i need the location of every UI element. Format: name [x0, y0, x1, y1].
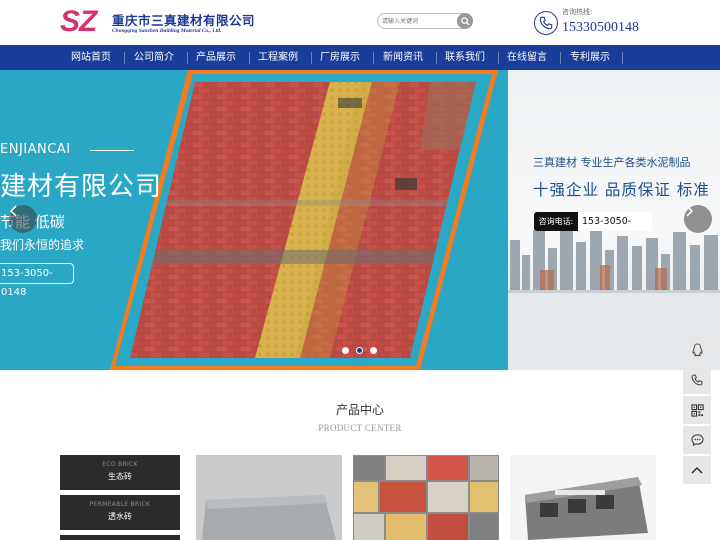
nav-item-contact[interactable]: 联系我们: [436, 45, 494, 70]
category-eco-brick[interactable]: ECO BRICK 生态砖: [60, 455, 180, 490]
logo-mark: SZ: [60, 5, 97, 38]
chat-icon: [690, 434, 704, 446]
search-icon: [460, 16, 470, 26]
banner-title: 建材有限公司: [0, 172, 163, 202]
product-image-3[interactable]: [510, 455, 656, 540]
nav-item-cases[interactable]: 工程案例: [249, 45, 307, 70]
products-section-subtitle: PRODUCT CENTER: [318, 423, 402, 433]
product-photo: [510, 455, 656, 540]
nav-item-home[interactable]: 网站首页: [62, 45, 120, 70]
phone-icon: [534, 11, 558, 35]
qq-button[interactable]: [683, 336, 711, 364]
product-photo: [196, 455, 342, 540]
nav-item-message[interactable]: 在线留言: [498, 45, 556, 70]
category-permeable-brick[interactable]: PERMEABLE BRICK 透水砖: [60, 495, 180, 530]
chevron-up-icon: [691, 466, 703, 474]
banner-dot-2[interactable]: [356, 347, 363, 354]
nav-item-about[interactable]: 公司简介: [125, 45, 183, 70]
hotline-number: 15330500148: [562, 20, 639, 35]
category-label-en: PERMEABLE BRICK: [89, 501, 151, 508]
chevron-right-icon: [686, 205, 694, 217]
banner-right-phone-label: 咨询电话:: [534, 212, 578, 231]
nav-item-products[interactable]: 产品展示: [187, 45, 245, 70]
category-label-en: ECO BRICK: [102, 461, 138, 468]
banner-right-line-1: 三真建材 专业生产各类水泥制品: [533, 156, 691, 169]
company-name-en: Chongqing Sanzhen Building Material Co.,…: [112, 28, 222, 34]
phone-button[interactable]: [683, 366, 711, 394]
site-header: SZ 重庆市三真建材有限公司 Chongqing Sanzhen Buildin…: [0, 0, 720, 45]
products-section-title: 产品中心: [335, 403, 384, 417]
search-input[interactable]: [382, 15, 456, 27]
banner-english-text: ENJIANCAI: [0, 142, 71, 157]
banner-divider: [90, 150, 134, 151]
company-name-cn: 重庆市三真建材有限公司: [112, 13, 256, 28]
chevron-left-icon: [9, 205, 17, 217]
product-photo: [353, 455, 499, 540]
nav-item-factory[interactable]: 厂房展示: [311, 45, 369, 70]
back-to-top-button[interactable]: [683, 456, 711, 484]
nav-divider: [622, 52, 623, 64]
banner-right-phone: 咨询电话: 153-3050-0148: [534, 212, 652, 231]
banner-next-button[interactable]: [684, 205, 712, 233]
banner-right-line-2: 十强企业 品质保证 标准: [533, 181, 710, 199]
banner-slogan-2: 我们永恒的追求: [0, 238, 85, 252]
banner-dot-1[interactable]: [342, 347, 349, 354]
product-image-1[interactable]: [196, 455, 342, 540]
banner-pagination: [340, 347, 380, 357]
hotline-label: 咨询热线:: [562, 8, 593, 16]
category-label-cn: 生态砖: [108, 472, 132, 481]
main-nav: 网站首页 公司简介 产品展示 工程案例 厂房展示 新闻资讯 联系我们 在线留言 …: [0, 45, 720, 70]
search-button[interactable]: [457, 13, 473, 29]
banner-dot-3[interactable]: [370, 347, 377, 354]
category-label-cn: 透水砖: [108, 512, 132, 521]
phone-icon: [691, 374, 703, 386]
category-item[interactable]: [60, 535, 180, 540]
nav-item-news[interactable]: 新闻资讯: [374, 45, 432, 70]
banner-phone: 153-3050-0148: [0, 263, 74, 298]
search-box: [377, 13, 473, 29]
hero-banner: ENJIANCAI 建材有限公司 节能 低碳 我们永恒的追求 153-3050-…: [0, 70, 720, 370]
qq-icon: [691, 343, 703, 357]
nav-item-patents[interactable]: 专利展示: [560, 45, 620, 70]
product-image-2[interactable]: [353, 455, 499, 540]
company-logo[interactable]: SZ 重庆市三真建材有限公司 Chongqing Sanzhen Buildin…: [60, 5, 255, 39]
banner-right-phone-number: 153-3050-0148: [582, 216, 632, 227]
banner-prev-button[interactable]: [9, 205, 37, 233]
